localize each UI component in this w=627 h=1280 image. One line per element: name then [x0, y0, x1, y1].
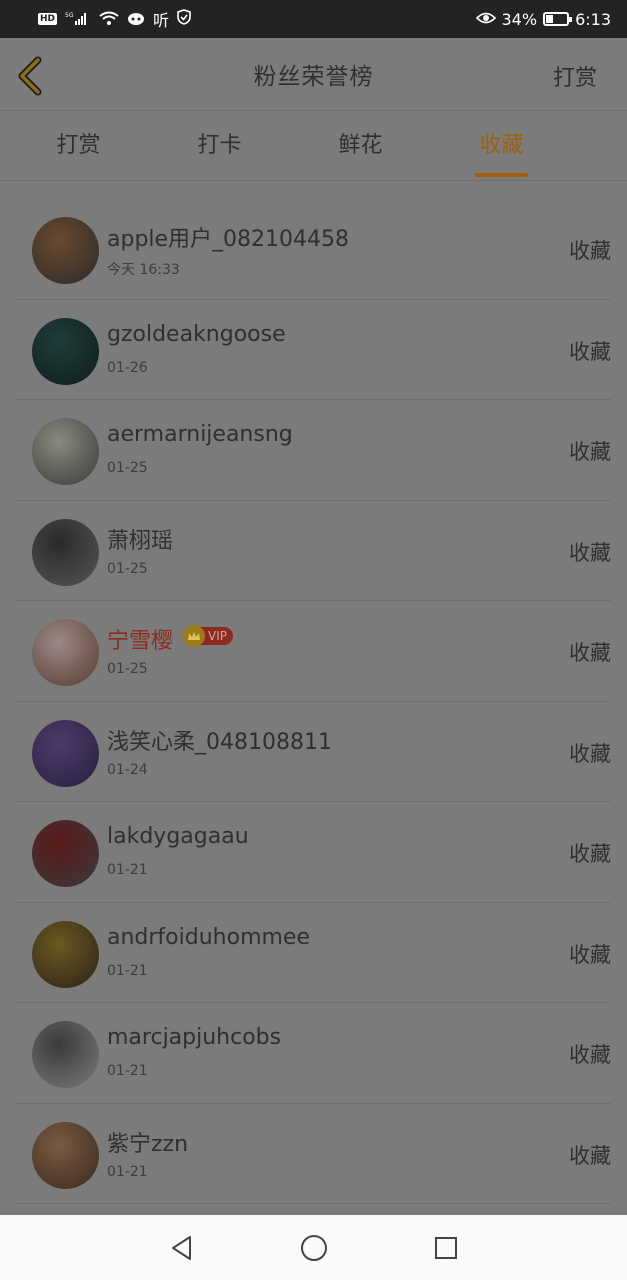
back-button[interactable]: [14, 56, 50, 96]
tab-1[interactable]: 打卡: [149, 111, 290, 181]
user-name: 萧栩瑶: [107, 528, 174, 554]
app-content: 粉丝荣誉榜 打赏 打赏 打卡 鲜花 收藏 apple用户_082104458 今天 16…: [0, 38, 627, 1215]
system-nav-bar: [0, 1215, 627, 1280]
eye-icon: [475, 10, 496, 29]
timestamp: 01-25: [107, 661, 148, 677]
list-item[interactable]: aermarnijeansng 01-25 收藏: [16, 400, 611, 501]
avatar[interactable]: [32, 1021, 99, 1088]
collect-label: 收藏: [569, 239, 611, 263]
status-bar: HD 5G 听 34% 6:13: [0, 0, 627, 38]
user-name: andrfoiduhommee: [107, 924, 310, 950]
timestamp: 01-21: [107, 1063, 148, 1079]
page-title: 粉丝荣誉榜: [253, 64, 374, 90]
collect-label: 收藏: [569, 641, 611, 665]
list-item[interactable]: marcjapjuhcobs 01-21 收藏: [16, 1003, 611, 1104]
clock: 6:13: [575, 9, 611, 29]
hd-badge: HD: [38, 13, 58, 25]
collect-label: 收藏: [569, 741, 611, 766]
user-name: gzoldeakngoose: [107, 321, 286, 347]
square-recent-icon: [434, 1236, 457, 1259]
timestamp: 01-21: [107, 862, 148, 878]
timestamp: 01-25: [107, 460, 148, 476]
avatar[interactable]: [32, 1121, 99, 1189]
signal-icon: 5G: [65, 10, 91, 29]
list-item[interactable]: 宁雪樱 VIP 01-25 收藏: [16, 601, 611, 702]
user-name: 宁雪樱: [107, 629, 174, 654]
circle-home-icon: [300, 1234, 327, 1261]
user-name: marcjapjuhcobs: [107, 1025, 282, 1050]
timestamp: 01-25: [107, 560, 148, 577]
battery-fill: [546, 15, 553, 23]
avatar[interactable]: [32, 719, 99, 787]
avatar[interactable]: [32, 217, 99, 284]
collect-label: 收藏: [569, 440, 611, 464]
list-item[interactable]: lakdygagaau 01-21 收藏: [16, 802, 611, 903]
list-item[interactable]: 浅笑心柔_048108811 01-24 收藏: [16, 702, 611, 802]
collect-label: 收藏: [569, 842, 611, 866]
chevron-left-icon: [18, 56, 42, 96]
list-item[interactable]: andrfoiduhommee 01-21 收藏: [16, 903, 611, 1003]
avatar[interactable]: [32, 418, 99, 485]
wifi-icon: [99, 10, 119, 29]
crown-icon: [183, 625, 205, 647]
list-item[interactable]: gzoldeakngoose 01-26 收藏: [16, 300, 611, 400]
status-right: 34% 6:13: [475, 9, 611, 29]
avatar[interactable]: [32, 920, 99, 988]
user-name: 紫宁zzn: [107, 1131, 189, 1157]
nav-home-button[interactable]: [296, 1230, 332, 1266]
nav-back-button[interactable]: [164, 1230, 200, 1266]
status-left: HD 5G 听: [38, 7, 191, 31]
avatar[interactable]: [32, 820, 99, 887]
list-item[interactable]: 紫宁zzn 01-21 收藏: [16, 1104, 611, 1204]
timestamp: 今天 16:33: [107, 262, 180, 278]
listen-icon: 听: [153, 11, 170, 30]
user-name: aermarnijeansng: [107, 422, 293, 447]
svg-text:5G: 5G: [65, 12, 74, 19]
timestamp: 01-21: [107, 962, 148, 979]
timestamp: 01-21: [107, 1163, 148, 1180]
fan-list: apple用户_082104458 今天 16:33 收藏 gzoldeakngoos…: [0, 199, 627, 1204]
list-item[interactable]: apple用户_082104458 今天 16:33 收藏: [16, 199, 611, 300]
app-notification-icon: [127, 10, 145, 29]
timestamp: 01-24: [107, 761, 148, 778]
user-name: apple用户_082104458: [107, 227, 350, 252]
user-name: 浅笑心柔_048108811: [107, 729, 332, 755]
collect-label: 收藏: [569, 942, 611, 967]
tab-3[interactable]: 收藏: [431, 111, 572, 181]
tab-0[interactable]: 打赏: [8, 111, 149, 181]
timestamp: 01-26: [107, 359, 148, 376]
avatar[interactable]: [32, 619, 99, 686]
header: 粉丝荣誉榜 打赏: [0, 38, 627, 111]
triangle-back-icon: [171, 1235, 191, 1260]
avatar[interactable]: [32, 518, 99, 586]
battery-percent: 34%: [501, 9, 538, 29]
battery-icon: [543, 12, 573, 26]
nav-recent-button[interactable]: [428, 1230, 464, 1266]
tab-bar: 打赏 打卡 鲜花 收藏: [0, 111, 627, 181]
user-name: lakdygagaau: [107, 824, 249, 849]
tab-2[interactable]: 鲜花: [290, 111, 431, 181]
collect-label: 收藏: [569, 540, 611, 565]
list-item[interactable]: 萧栩瑶 01-25 收藏: [16, 501, 611, 601]
avatar[interactable]: [32, 317, 99, 385]
collect-label: 收藏: [569, 339, 611, 364]
reward-button[interactable]: 打赏: [553, 60, 597, 92]
collect-label: 收藏: [569, 1143, 611, 1168]
collect-label: 收藏: [569, 1043, 611, 1067]
vip-badge: VIP: [183, 625, 233, 647]
shield-icon: [177, 9, 191, 29]
